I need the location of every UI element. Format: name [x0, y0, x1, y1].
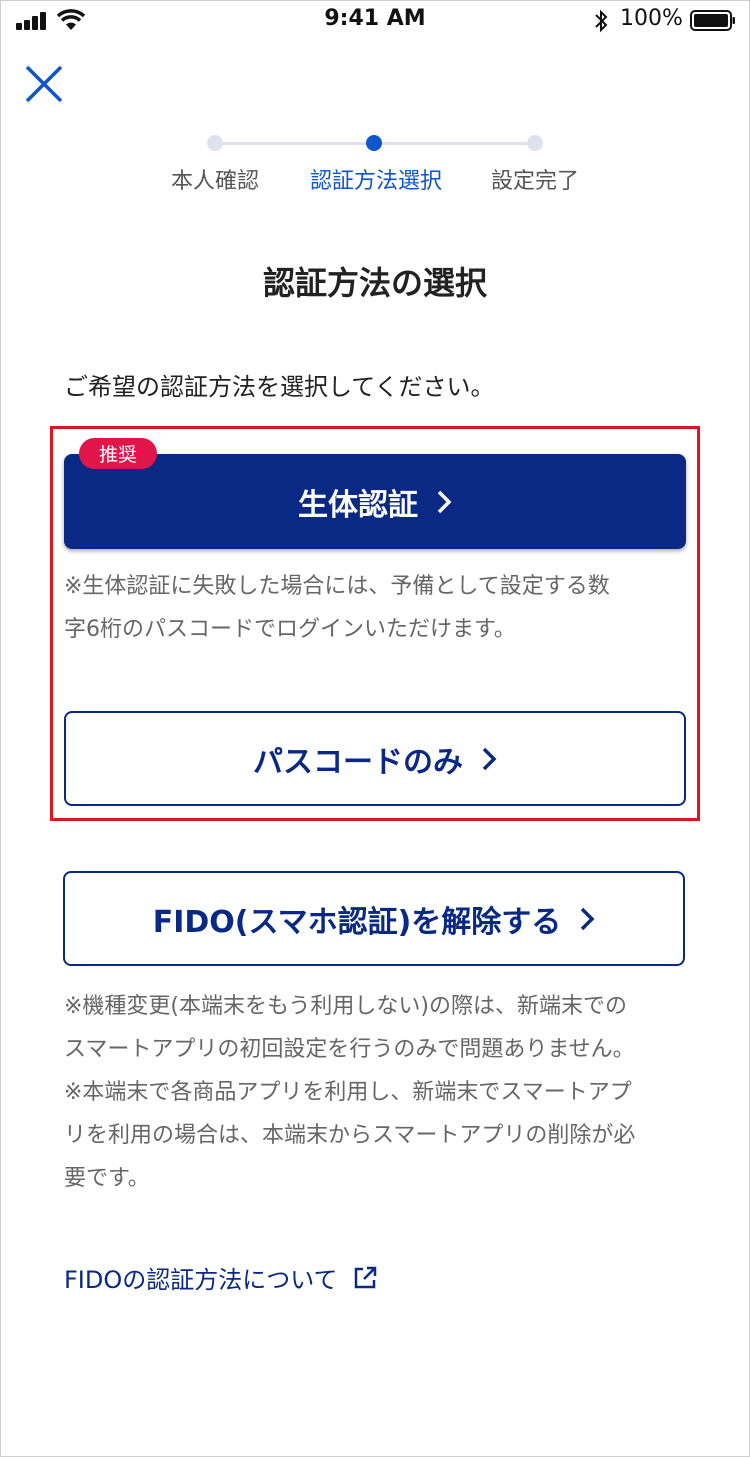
step-label-auth-method: 認証方法選択 [309, 169, 442, 194]
fido-release-label: FIDO(スマホ認証)を解除する [152, 904, 562, 940]
chevron-right-icon [482, 747, 497, 770]
fido-about-link-label: FIDOの認証方法について [64, 1266, 338, 1294]
fido-about-link[interactable]: FIDOの認証方法について [64, 1260, 378, 1295]
step-dot-1 [207, 135, 223, 151]
status-bar: 9:41 AM 100% [0, 0, 750, 40]
battery-percentage: 100% [620, 6, 683, 31]
close-icon[interactable] [22, 62, 66, 106]
page-title: 認証方法の選択 [262, 264, 487, 302]
passcode-only-button[interactable]: パスコードのみ [64, 711, 686, 806]
biometric-auth-button[interactable]: 生体認証 [64, 454, 686, 549]
biometric-auth-label: 生体認証 [298, 487, 418, 523]
instruction-text: ご希望の認証方法を選択してください。 [64, 373, 495, 401]
fido-note-line: 要です。 [64, 1166, 150, 1191]
recommended-badge: 推奨 [79, 438, 157, 469]
fido-note-line: ※機種変更(本端末をもう利用しない)の際は、新端末での [64, 994, 627, 1019]
chevron-right-icon [581, 907, 595, 930]
external-link-icon [354, 1266, 376, 1288]
step-dot-3 [527, 135, 543, 151]
step-label-identity: 本人確認 [170, 169, 259, 194]
fido-release-button[interactable]: FIDO(スマホ認証)を解除する [63, 871, 685, 966]
chevron-right-icon [437, 490, 452, 513]
fido-release-note: ※機種変更(本端末をもう利用しない)の際は、新端末での スマートアプリの初回設定… [64, 985, 635, 1200]
fido-note-line: スマートアプリの初回設定を行うのみで問題ありません。 [64, 1037, 635, 1062]
step-label-complete: 設定完了 [490, 169, 579, 194]
passcode-only-label: パスコードのみ [253, 744, 463, 780]
fido-note-line: リを利用の場合は、本端末からスマートアプリの削除が必 [64, 1123, 636, 1148]
fido-note-line: ※本端末で各商品アプリを利用し、新端末でスマートアプ [64, 1080, 632, 1105]
biometric-note-line: 字6桁のパスコードでログインいただけます。 [64, 617, 516, 642]
biometric-note: ※生体認証に失敗した場合には、予備として設定する数 字6桁のパスコードでログイン… [64, 565, 610, 651]
biometric-note-line: ※生体認証に失敗した場合には、予備として設定する数 [64, 574, 610, 599]
bluetooth-icon [595, 9, 608, 33]
battery-icon [690, 10, 735, 31]
step-dot-2 [366, 135, 382, 151]
